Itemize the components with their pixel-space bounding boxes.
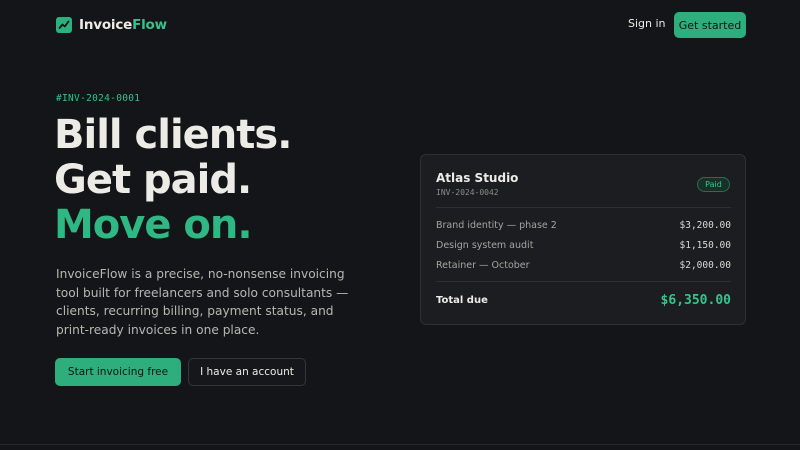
line-item-description: Design system audit bbox=[436, 239, 534, 251]
have-account-button[interactable]: I have an account bbox=[188, 358, 306, 386]
line-item-amount: $3,200.00 bbox=[679, 219, 731, 231]
line-item-amount: $2,000.00 bbox=[679, 259, 731, 271]
line-item: Retainer — October $2,000.00 bbox=[436, 258, 731, 272]
status-badge: Paid bbox=[697, 177, 730, 192]
sign-in-link[interactable]: Sign in bbox=[628, 17, 666, 30]
invoice-total: Total due $6,350.00 bbox=[436, 291, 731, 309]
line-item-description: Retainer — October bbox=[436, 259, 530, 271]
invoice-preview-card: Atlas Studio INV-2024-0042 Paid Brand id… bbox=[420, 154, 746, 325]
headline-line-2: Get paid. bbox=[54, 157, 252, 203]
invoice-number: INV-2024-0042 bbox=[436, 188, 499, 197]
total-label: Total due bbox=[436, 294, 488, 306]
brand-name: InvoiceFlow bbox=[79, 17, 167, 33]
headline-line-3: Move on. bbox=[54, 202, 253, 248]
hero-eyebrow: #INV-2024-0001 bbox=[56, 93, 141, 104]
top-nav: InvoiceFlow Sign in Get started bbox=[0, 0, 800, 50]
start-invoicing-button[interactable]: Start invoicing free bbox=[55, 358, 181, 386]
card-divider bbox=[436, 281, 731, 282]
line-item-description: Brand identity — phase 2 bbox=[436, 219, 557, 231]
trend-line-icon bbox=[56, 17, 72, 33]
brand-logo[interactable]: InvoiceFlow bbox=[56, 16, 167, 34]
get-started-button[interactable]: Get started bbox=[674, 12, 746, 38]
total-value: $6,350.00 bbox=[660, 292, 731, 308]
line-item: Brand identity — phase 2 $3,200.00 bbox=[436, 218, 731, 232]
card-divider bbox=[436, 207, 731, 208]
brand-name-part1: Invoice bbox=[79, 17, 133, 33]
landing-page: InvoiceFlow Sign in Get started #INV-202… bbox=[0, 0, 800, 450]
hero-description: InvoiceFlow is a precise, no-nonsense in… bbox=[56, 267, 349, 337]
line-item: Design system audit $1,150.00 bbox=[436, 238, 731, 252]
invoice-client-name: Atlas Studio bbox=[436, 171, 519, 185]
brand-name-part2: Flow bbox=[132, 17, 167, 33]
hero-headline: Bill clients. Get paid. Move on. bbox=[54, 113, 414, 248]
line-item-amount: $1,150.00 bbox=[679, 239, 731, 251]
page-bottom-divider bbox=[0, 444, 800, 445]
headline-line-1: Bill clients. bbox=[54, 112, 292, 158]
